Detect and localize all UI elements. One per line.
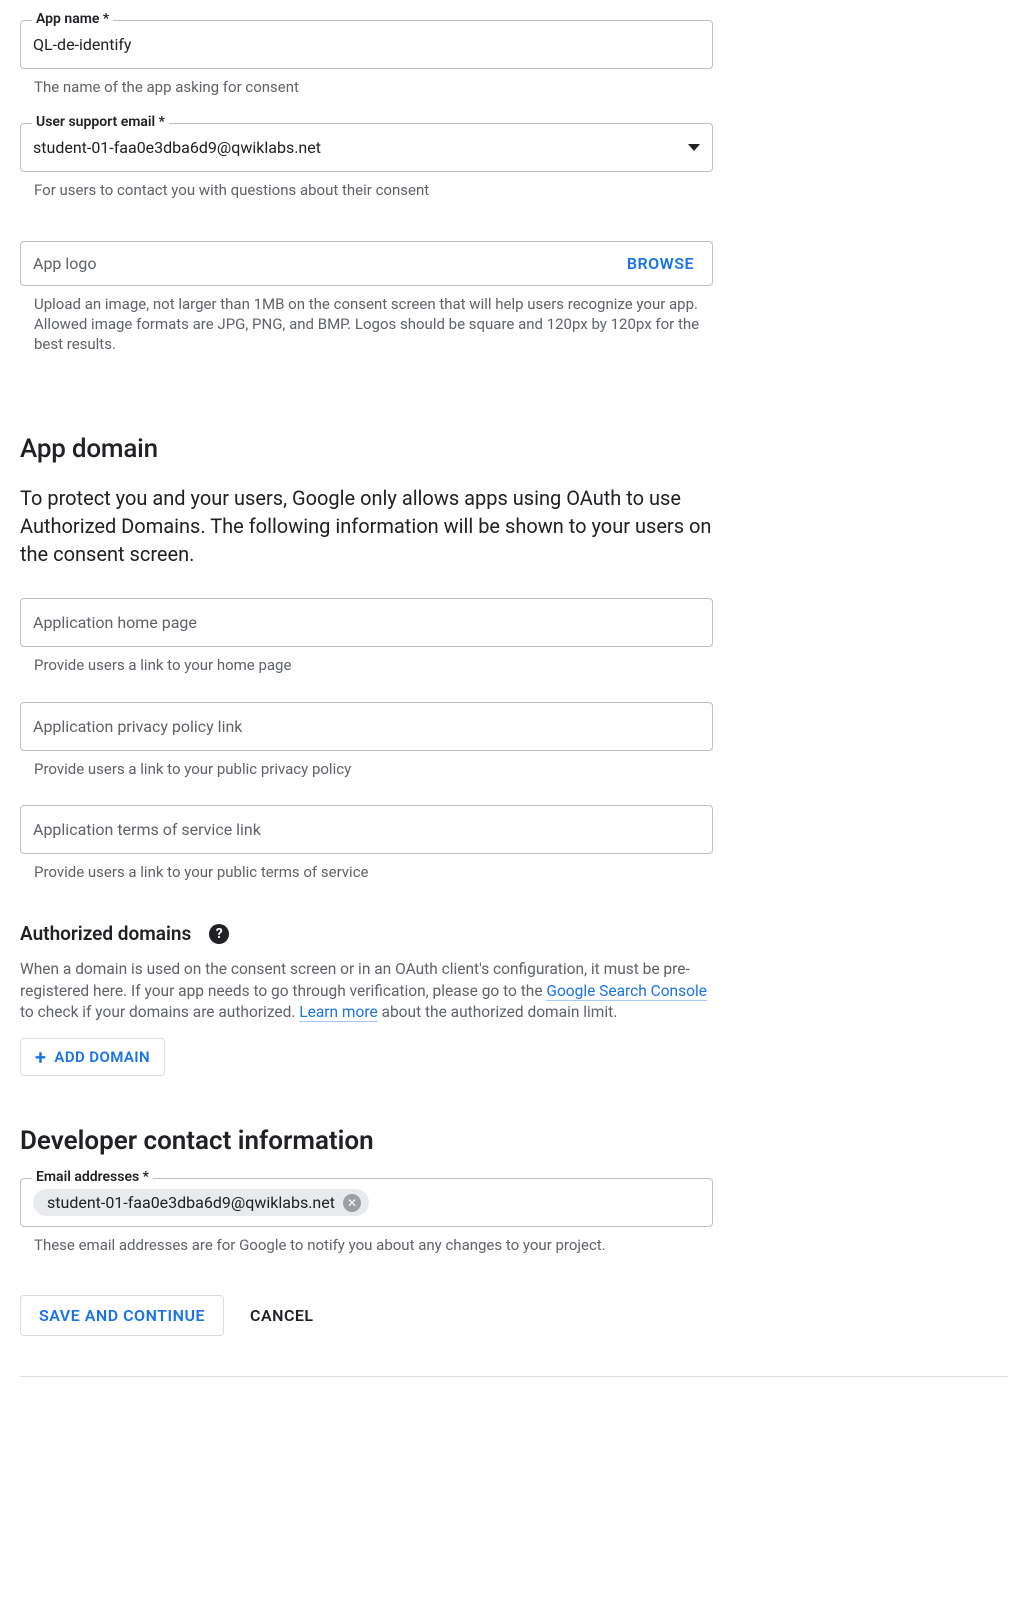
help-icon[interactable]: ? <box>209 924 229 944</box>
save-and-continue-button[interactable]: SAVE AND CONTINUE <box>20 1295 224 1336</box>
add-domain-button[interactable]: + ADD DOMAIN <box>20 1038 165 1076</box>
app-logo-placeholder: App logo <box>33 254 97 273</box>
add-domain-label: ADD DOMAIN <box>54 1048 150 1066</box>
dev-email-input[interactable]: student-01-faa0e3dba6d9@qwiklabs.net ✕ <box>20 1178 713 1227</box>
privacy-input[interactable]: Application privacy policy link <box>20 702 713 751</box>
support-email-label: User support email * <box>32 114 169 130</box>
support-email-select[interactable]: student-01-faa0e3dba6d9@qwiklabs.net <box>20 123 713 172</box>
app-domain-intro: To protect you and your users, Google on… <box>20 484 713 568</box>
action-row: SAVE AND CONTINUE CANCEL <box>20 1295 1008 1336</box>
support-email-field: User support email * student-01-faa0e3db… <box>20 123 1008 172</box>
tos-field: Application terms of service link <box>20 805 1008 854</box>
dev-email-helper: These email addresses are for Google to … <box>34 1235 714 1255</box>
auth-desc-post: about the authorized domain limit. <box>378 1003 618 1021</box>
app-name-label: App name * <box>32 11 113 27</box>
app-logo-input[interactable]: App logo BROWSE <box>20 241 713 286</box>
email-chip: student-01-faa0e3dba6d9@qwiklabs.net ✕ <box>33 1189 369 1216</box>
app-name-helper: The name of the app asking for consent <box>34 77 714 97</box>
learn-more-link[interactable]: Learn more <box>299 1003 377 1022</box>
developer-contact-title: Developer contact information <box>20 1126 1008 1156</box>
authorized-domains-desc: When a domain is used on the consent scr… <box>20 959 720 1024</box>
google-search-console-link[interactable]: Google Search Console <box>546 982 707 1001</box>
home-page-helper: Provide users a link to your home page <box>34 655 714 675</box>
app-name-input[interactable]: QL-de-identify <box>20 20 713 69</box>
home-page-placeholder: Application home page <box>33 613 197 632</box>
privacy-placeholder: Application privacy policy link <box>33 717 242 736</box>
app-name-field: App name * QL-de-identify <box>20 20 1008 69</box>
app-logo-helper: Upload an image, not larger than 1MB on … <box>34 294 714 355</box>
privacy-field: Application privacy policy link <box>20 702 1008 751</box>
plus-icon: + <box>35 1047 46 1067</box>
cancel-button[interactable]: CANCEL <box>250 1306 314 1325</box>
chevron-down-icon <box>688 144 700 151</box>
privacy-helper: Provide users a link to your public priv… <box>34 759 714 779</box>
dev-email-field: Email addresses * student-01-faa0e3dba6d… <box>20 1178 1008 1227</box>
app-logo-field: App logo BROWSE <box>20 241 1008 286</box>
tos-input[interactable]: Application terms of service link <box>20 805 713 854</box>
authorized-domains-title: Authorized domains <box>20 922 191 945</box>
tos-placeholder: Application terms of service link <box>33 820 261 839</box>
app-domain-title: App domain <box>20 434 1008 464</box>
chip-remove-icon[interactable]: ✕ <box>343 1194 361 1212</box>
support-email-value: student-01-faa0e3dba6d9@qwiklabs.net <box>33 138 321 157</box>
browse-button[interactable]: BROWSE <box>627 254 694 273</box>
bottom-divider <box>20 1376 1008 1377</box>
home-page-field: Application home page <box>20 598 1008 647</box>
home-page-input[interactable]: Application home page <box>20 598 713 647</box>
app-name-value: QL-de-identify <box>33 35 131 54</box>
dev-email-label: Email addresses * <box>32 1169 153 1185</box>
tos-helper: Provide users a link to your public term… <box>34 862 714 882</box>
auth-desc-mid: to check if your domains are authorized. <box>20 1003 299 1021</box>
authorized-domains-heading: Authorized domains ? <box>20 922 1008 945</box>
email-chip-text: student-01-faa0e3dba6d9@qwiklabs.net <box>47 1193 335 1212</box>
support-email-helper: For users to contact you with questions … <box>34 180 714 200</box>
